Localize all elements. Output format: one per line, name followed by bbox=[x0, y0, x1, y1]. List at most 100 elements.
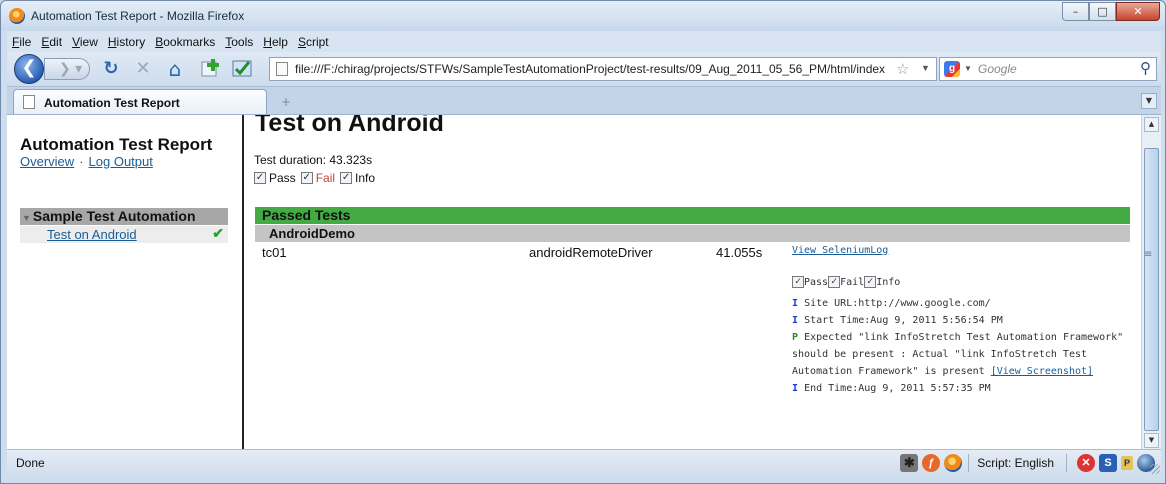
stop-icon[interactable]: ✕ bbox=[131, 58, 155, 80]
status-icons: ✱ ƒ Script: English ✕ S P bbox=[896, 453, 1155, 473]
log-info-checkbox[interactable]: ✓ bbox=[864, 276, 877, 288]
tab-page-icon bbox=[23, 95, 35, 109]
test-duration: Test duration: 43.323s bbox=[254, 153, 373, 167]
scrollbar-thumb[interactable] bbox=[1144, 148, 1159, 431]
log-pass-checkbox[interactable]: ✓ bbox=[792, 276, 804, 288]
s-addon-icon[interactable]: S bbox=[1099, 454, 1117, 472]
vertical-scrollbar[interactable]: ▲ ≡ ▼ bbox=[1141, 115, 1161, 449]
info-label: Info bbox=[355, 171, 376, 185]
test-class-header: AndroidDemo bbox=[255, 225, 1130, 242]
pass-checkbox[interactable]: ✓ bbox=[254, 172, 266, 184]
url-dropdown-icon[interactable]: ▼ bbox=[921, 63, 930, 73]
firefox-logo-icon bbox=[9, 8, 25, 24]
info-marker: I bbox=[792, 383, 799, 394]
google-search-engine-icon[interactable]: g bbox=[944, 61, 960, 77]
test-driver-name: androidRemoteDriver bbox=[529, 245, 653, 260]
log-line: I End Time:Aug 9, 2011 5:57:35 PM bbox=[792, 380, 1132, 397]
search-icon[interactable]: ⚲ bbox=[1140, 59, 1151, 77]
menu-script[interactable]: Script bbox=[293, 35, 334, 49]
info-checkbox[interactable]: ✓ bbox=[340, 172, 353, 184]
title-bar: Automation Test Report - Mozilla Firefox… bbox=[1, 1, 1165, 31]
report-main: Test on Android Test duration: 43.323s ✓… bbox=[246, 115, 1140, 449]
status-divider bbox=[968, 454, 970, 472]
search-input[interactable]: Google bbox=[978, 62, 1017, 76]
window-title: Automation Test Report - Mozilla Firefox bbox=[31, 9, 245, 23]
suite-test-item: Test on Android ✔ bbox=[20, 225, 228, 243]
block-icon[interactable]: ✕ bbox=[1077, 454, 1095, 472]
menu-history[interactable]: History bbox=[103, 35, 150, 49]
page-icon bbox=[276, 62, 288, 76]
new-tab-button[interactable]: + bbox=[273, 92, 299, 112]
report-title: Automation Test Report bbox=[20, 135, 213, 154]
suite-header[interactable]: ▼ Sample Test Automation bbox=[20, 208, 228, 225]
pass-check-icon: ✔ bbox=[212, 225, 224, 241]
p-addon-icon[interactable]: P bbox=[1121, 456, 1133, 470]
selenium-ide-icon[interactable] bbox=[231, 58, 255, 80]
close-button[interactable]: ✕ bbox=[1116, 2, 1160, 21]
menu-file[interactable]: File bbox=[7, 35, 36, 49]
menu-view[interactable]: View bbox=[67, 35, 103, 49]
status-bar: Done ✱ ƒ Script: English ✕ S P bbox=[7, 449, 1161, 475]
add-bookmark-icon[interactable] bbox=[199, 58, 223, 80]
log-text: Start Time:Aug 9, 2011 5:56:54 PM bbox=[804, 315, 1003, 326]
search-bar[interactable]: g ▼ Google ⚲ bbox=[939, 57, 1157, 81]
pass-marker: P bbox=[792, 332, 799, 343]
overview-link[interactable]: Overview bbox=[20, 154, 74, 169]
status-text: Done bbox=[16, 456, 45, 470]
sidebar-links: Overview · Log Output bbox=[20, 154, 153, 169]
firebug-icon[interactable]: ƒ bbox=[922, 454, 941, 472]
view-selenium-log-link[interactable]: View SeleniumLog bbox=[792, 245, 888, 256]
url-text[interactable]: file:///F:/chirag/projects/STFWs/SampleT… bbox=[295, 62, 885, 76]
log-fail-checkbox[interactable]: ✓ bbox=[828, 276, 841, 288]
browser-window: Automation Test Report - Mozilla Firefox… bbox=[0, 0, 1166, 484]
navigation-toolbar: ❯ ▾ ❮ ↻ ✕ ⌂ file:///F:/chirag/projects/S… bbox=[7, 52, 1161, 86]
tab-strip: Automation Test Report + ▼ bbox=[7, 86, 1161, 115]
fail-checkbox[interactable]: ✓ bbox=[300, 172, 313, 184]
resize-grip-icon[interactable] bbox=[1150, 464, 1160, 474]
info-marker: I bbox=[792, 298, 799, 309]
address-bar[interactable]: file:///F:/chirag/projects/STFWs/SampleT… bbox=[269, 57, 937, 81]
test-method-name: tc01 bbox=[262, 245, 287, 260]
firefox-addon-icon[interactable] bbox=[944, 454, 963, 472]
home-icon[interactable]: ⌂ bbox=[163, 58, 187, 80]
minimize-button[interactable]: – bbox=[1062, 2, 1089, 21]
tab-automation-test-report[interactable]: Automation Test Report bbox=[13, 89, 267, 115]
tab-list-dropdown-icon[interactable]: ▼ bbox=[1141, 93, 1157, 109]
page-title: Test on Android bbox=[255, 114, 444, 137]
log-text: End Time:Aug 9, 2011 5:57:35 PM bbox=[804, 383, 991, 394]
log-fail-label: Fail bbox=[840, 276, 865, 288]
selenium-log: I Site URL:http://www.google.com/ I Star… bbox=[792, 295, 1132, 397]
log-line: I Start Time:Aug 9, 2011 5:56:54 PM bbox=[792, 312, 1132, 329]
result-filters: ✓ Pass ✓ Fail ✓ Info bbox=[254, 171, 380, 185]
log-output-link[interactable]: Log Output bbox=[89, 154, 153, 169]
info-marker: I bbox=[792, 315, 799, 326]
passed-tests-header: Passed Tests bbox=[255, 207, 1130, 224]
forward-button[interactable]: ❯ ▾ bbox=[44, 58, 90, 80]
menu-edit[interactable]: Edit bbox=[36, 35, 67, 49]
bug-icon[interactable]: ✱ bbox=[900, 454, 919, 472]
scroll-grip-icon: ≡ bbox=[1144, 249, 1153, 260]
menu-tools[interactable]: Tools bbox=[220, 35, 258, 49]
suite-name: Sample Test Automation bbox=[32, 208, 196, 224]
script-language[interactable]: Script: English bbox=[977, 456, 1054, 470]
scroll-down-icon[interactable]: ▼ bbox=[1144, 433, 1159, 448]
tab-label: Automation Test Report bbox=[44, 96, 180, 110]
log-filters: ✓ Pass ✓ Fail ✓ Info bbox=[792, 276, 900, 288]
back-button[interactable]: ❮ bbox=[14, 54, 44, 84]
test-on-android-link[interactable]: Test on Android bbox=[47, 227, 137, 242]
reload-icon[interactable]: ↻ bbox=[99, 58, 123, 80]
menu-help[interactable]: Help bbox=[258, 35, 293, 49]
collapse-triangle-icon[interactable]: ▼ bbox=[20, 213, 33, 223]
log-line: P Expected "link InfoStretch Test Automa… bbox=[792, 329, 1132, 380]
menu-bar: File Edit View History Bookmarks Tools H… bbox=[7, 31, 1161, 52]
view-screenshot-link[interactable]: [View Screenshot] bbox=[991, 366, 1093, 377]
link-separator: · bbox=[79, 154, 84, 169]
search-engine-dropdown-icon[interactable]: ▼ bbox=[964, 64, 972, 73]
bookmark-star-icon[interactable]: ☆ bbox=[896, 60, 909, 78]
test-execution-time: 41.055s bbox=[716, 245, 763, 260]
status-divider bbox=[1066, 454, 1067, 472]
maximize-button[interactable]: □ bbox=[1089, 2, 1116, 21]
scroll-up-icon[interactable]: ▲ bbox=[1144, 117, 1159, 132]
menu-bookmarks[interactable]: Bookmarks bbox=[150, 35, 220, 49]
log-info-label: Info bbox=[876, 276, 901, 288]
